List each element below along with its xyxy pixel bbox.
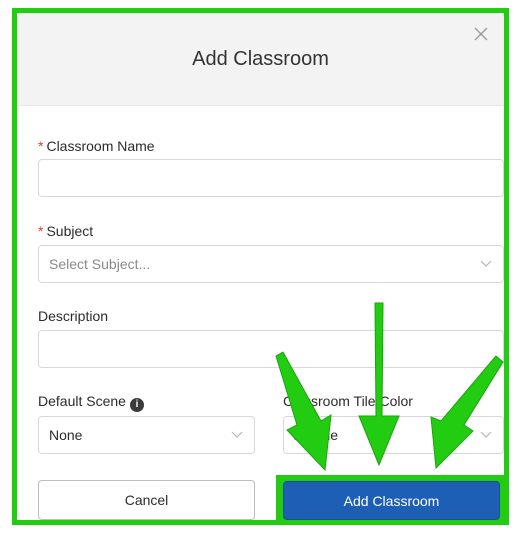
default-scene-label: Default Scene i bbox=[38, 393, 144, 412]
required-marker: * bbox=[38, 223, 44, 239]
add-classroom-modal: Add Classroom * Classroom Name * Subject S… bbox=[12, 8, 509, 525]
classroom-name-input[interactable] bbox=[38, 159, 504, 197]
default-scene-select[interactable]: None bbox=[38, 416, 255, 454]
modal-header: Add Classroom bbox=[17, 13, 504, 106]
add-classroom-button[interactable]: Add Classroom bbox=[283, 481, 500, 520]
cancel-button[interactable]: Cancel bbox=[38, 480, 255, 520]
subject-select[interactable]: Select Subject... bbox=[38, 245, 504, 283]
subject-label: * Subject bbox=[38, 223, 94, 239]
description-input[interactable] bbox=[38, 330, 504, 368]
close-icon[interactable] bbox=[470, 23, 492, 45]
chevron-down-icon bbox=[480, 260, 492, 267]
modal-title: Add Classroom bbox=[192, 48, 329, 70]
tile-color-label: Classroom Tile Color bbox=[283, 393, 413, 409]
info-icon[interactable]: i bbox=[129, 398, 144, 412]
color-swatch bbox=[294, 430, 304, 440]
tile-color-value: Blue bbox=[294, 417, 338, 453]
default-scene-value: None bbox=[49, 427, 83, 443]
subject-placeholder: Select Subject... bbox=[49, 256, 151, 272]
chevron-down-icon bbox=[231, 431, 243, 438]
chevron-down-icon bbox=[480, 431, 492, 438]
classroom-name-label: * Classroom Name bbox=[38, 138, 155, 154]
description-label: Description bbox=[38, 308, 109, 324]
required-marker: * bbox=[38, 138, 44, 154]
tile-color-select[interactable]: Blue bbox=[283, 416, 504, 454]
